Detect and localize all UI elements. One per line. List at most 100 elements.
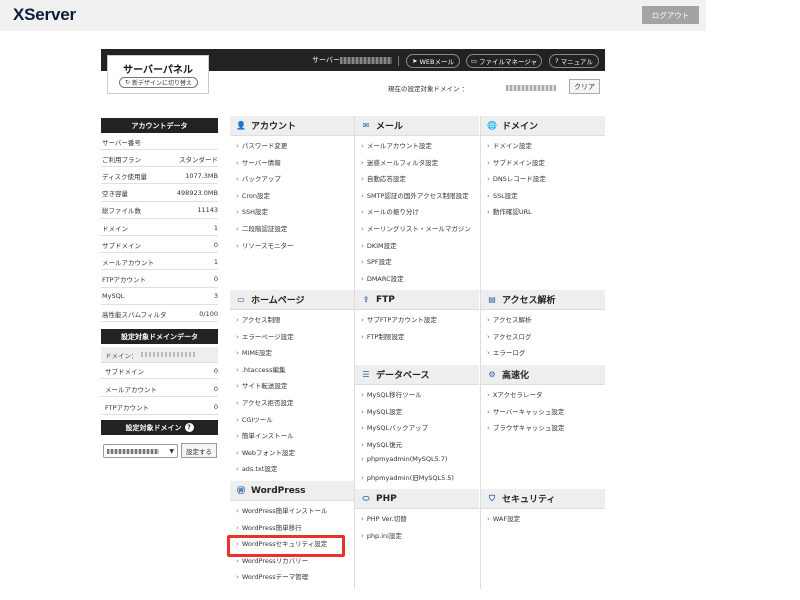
link-speed-0[interactable]: Xアクセラレータ (487, 389, 543, 399)
link-homepage-5[interactable]: アクセス拒否設定 (236, 397, 294, 407)
link-security-0[interactable]: WAF設定 (487, 513, 520, 523)
clear-button[interactable]: クリア (569, 79, 600, 94)
link-php-0[interactable]: PHP Ver.切替 (361, 513, 407, 523)
domain-data-value: 0 (213, 366, 218, 375)
link-account-0[interactable]: パスワード変更 (236, 140, 288, 150)
link-mail-1[interactable]: 迷惑メールフィルタ設定 (361, 157, 438, 167)
new-design-switch-button[interactable]: ↻ 新デザインに切り替え (119, 77, 198, 88)
section-title-php: PHP (376, 493, 397, 504)
link-wordpress-2[interactable]: WordPressセキュリティ設定 (236, 538, 327, 548)
link-domain-2[interactable]: DNSレコード設定 (487, 173, 546, 183)
xserver-logo[interactable]: XServer (13, 5, 76, 25)
link-wordpress-0[interactable]: WordPress簡単インストール (236, 505, 328, 515)
domain-data-value: 0 (213, 384, 218, 393)
account-data-label: ディスク使用量 (102, 172, 148, 181)
link-account-3[interactable]: Cron設定 (236, 190, 270, 200)
shield-icon: ⛉ (489, 493, 495, 503)
file-manager-label: ファイルマネージャ (479, 58, 538, 66)
domain-select-title: 設定対象ドメイン (125, 423, 182, 432)
account-data-row: 空き容量 498923.0MB (101, 186, 218, 202)
account-data-row: ディスク使用量 1077.3MB (101, 168, 218, 185)
link-account-5[interactable]: 二段階認証設定 (236, 223, 288, 233)
wordpress-icon: Ⓦ (237, 486, 245, 495)
account-data-value: 3 (213, 292, 218, 301)
link-database-2[interactable]: MySQLバックアップ (361, 422, 428, 432)
account-data-value: 0 (213, 240, 218, 249)
account-data-row: サーバー番号 (101, 134, 218, 150)
link-wordpress-4[interactable]: WordPressテーマ管理 (236, 571, 308, 581)
link-domain-0[interactable]: ドメイン設定 (487, 140, 532, 150)
link-speed-1[interactable]: サーバーキャッシュ設定 (487, 406, 564, 416)
account-data-label: FTPアカウント (102, 276, 147, 285)
link-homepage-8[interactable]: Webフォント設定 (236, 447, 295, 457)
link-domain-1[interactable]: サブドメイン設定 (487, 157, 545, 167)
link-mail-2[interactable]: 自動応答設定 (361, 173, 406, 183)
new-design-switch-label: 新デザインに切り替え (132, 80, 193, 87)
link-database-3[interactable]: MySQL復元 (361, 439, 402, 449)
header-divider (398, 56, 399, 66)
section-account: 👤 アカウント (230, 116, 354, 136)
webmail-button[interactable]: ➤ WEBメール (406, 54, 460, 68)
link-wordpress-1[interactable]: WordPress簡単移行 (236, 522, 302, 532)
manual-button[interactable]: ? マニュアル (549, 54, 599, 68)
link-homepage-3[interactable]: .htaccess編集 (236, 364, 286, 374)
link-database-0[interactable]: MySQL移行ツール (361, 389, 422, 399)
link-mail-0[interactable]: メールアカウント設定 (361, 140, 432, 150)
link-database-1[interactable]: MySQL設定 (361, 406, 402, 416)
link-ftp-0[interactable]: サブFTPアカウント設定 (361, 314, 437, 324)
section-title-homepage: ホームページ (251, 296, 305, 306)
section-title-mail: メール (376, 122, 404, 132)
domain-data-label: メールアカウント (105, 385, 157, 394)
link-homepage-0[interactable]: アクセス制限 (236, 314, 281, 324)
domain-data-row: サブドメイン 0 (101, 363, 218, 379)
link-analytics-2[interactable]: エラーログ (487, 347, 526, 357)
link-mail-5[interactable]: メーリングリスト・メールマガジン (361, 223, 471, 233)
domain-label: ドメイン： (105, 351, 138, 360)
link-database-4[interactable]: phpmyadmin(MySQL5.7) (361, 455, 448, 463)
account-data-row: 総ファイル数 11143 (101, 203, 218, 219)
link-homepage-2[interactable]: MIME設定 (236, 347, 272, 357)
speed-icon: ⚙ (488, 370, 496, 379)
link-mail-8[interactable]: DMARC設定 (361, 273, 404, 283)
link-wordpress-3[interactable]: WordPressリカバリー (236, 555, 308, 565)
account-data-label: サーバー番号 (102, 138, 141, 147)
link-account-6[interactable]: リソースモニター (236, 240, 294, 250)
window-icon: ▭ (237, 295, 245, 304)
link-homepage-1[interactable]: エラーページ設定 (236, 331, 294, 341)
link-php-1[interactable]: php.ini設定 (361, 530, 402, 540)
domain-select-dropdown[interactable]: ▼ (103, 444, 178, 458)
chart-icon: ▤ (488, 295, 496, 304)
account-data-heading: アカウントデータ (101, 118, 218, 133)
file-manager-button[interactable]: ▭ ファイルマネージャ (466, 54, 542, 68)
set-domain-button[interactable]: 設定する (181, 443, 217, 458)
link-homepage-4[interactable]: サイト転送設定 (236, 380, 288, 390)
link-homepage-7[interactable]: 簡単インストール (236, 430, 294, 440)
refresh-icon: ↻ (124, 79, 130, 86)
link-mail-3[interactable]: SMTP認証の国外アクセス制限設定 (361, 190, 469, 200)
link-mail-7[interactable]: SPF設定 (361, 256, 392, 266)
account-data-value: 498923.0MB (176, 189, 218, 198)
domain-data-domain-row: ドメイン： (101, 347, 218, 363)
column-divider (480, 116, 481, 589)
logout-button[interactable]: ログアウト (642, 6, 699, 24)
link-mail-4[interactable]: メールの振り分け (361, 206, 419, 216)
link-account-4[interactable]: SSH設定 (236, 206, 268, 216)
link-analytics-1[interactable]: アクセスログ (487, 331, 532, 341)
link-homepage-9[interactable]: ads.txt設定 (236, 463, 278, 473)
help-icon[interactable]: ? (184, 423, 194, 432)
account-data-value: 1 (213, 257, 218, 266)
link-account-2[interactable]: バックアップ (236, 173, 281, 183)
link-mail-6[interactable]: DKIM設定 (361, 240, 397, 250)
link-homepage-6[interactable]: CGIツール (236, 414, 273, 424)
mail-icon: ✉ (362, 121, 370, 130)
account-data-label: 高性能スパムフィルタ (102, 310, 167, 319)
link-speed-2[interactable]: ブラウザキャッシュ設定 (487, 422, 565, 432)
help-icon: ? (555, 57, 559, 65)
link-ftp-1[interactable]: FTP制限設定 (361, 331, 405, 341)
section-title-analytics: アクセス解析 (502, 296, 556, 306)
link-domain-4[interactable]: 動作確認URL (487, 206, 532, 216)
link-database-5[interactable]: phpmyadmin(旧MySQL5.5) (361, 472, 454, 482)
link-domain-3[interactable]: SSL設定 (487, 190, 518, 200)
link-account-1[interactable]: サーバー情報 (236, 157, 281, 167)
link-analytics-0[interactable]: アクセス解析 (487, 314, 532, 324)
